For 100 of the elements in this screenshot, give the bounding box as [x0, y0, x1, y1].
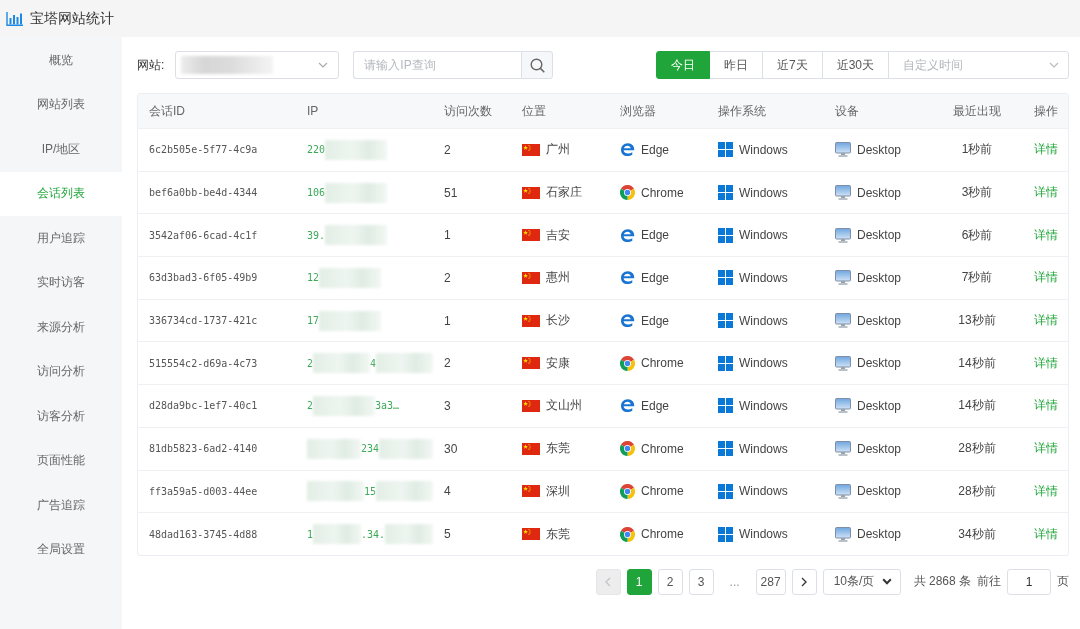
- browser-name: Chrome: [641, 185, 684, 200]
- windows-logo-icon: [718, 398, 733, 414]
- sidebar-item[interactable]: 广告追踪: [0, 483, 122, 528]
- ip-address: 2: [307, 400, 314, 412]
- sidebar-item[interactable]: 访客分析: [0, 394, 122, 439]
- os-name: Windows: [739, 484, 788, 499]
- last-seen-time: 7秒前: [961, 269, 993, 287]
- os-name: Windows: [739, 142, 788, 157]
- windows-logo-icon: [718, 313, 733, 329]
- chevron-left-icon: [605, 576, 612, 587]
- monitor-icon: [835, 313, 851, 329]
- page-button[interactable]: 1: [626, 568, 652, 595]
- os-name: Windows: [739, 228, 788, 243]
- sidebar-item[interactable]: 网站列表: [0, 82, 122, 127]
- session-id: 336734cd-1737-421c: [149, 315, 258, 327]
- caret-down-icon: [318, 62, 329, 68]
- page-size-select[interactable]: 10条/页: [822, 568, 901, 595]
- date-range-field[interactable]: 自定义时间: [888, 51, 1069, 79]
- flag-icon: [522, 528, 540, 541]
- details-link[interactable]: 详情: [1034, 141, 1058, 159]
- flag-icon: [522, 485, 540, 498]
- column-header: 访问次数: [444, 102, 492, 120]
- chrome-logo-icon: [620, 441, 635, 457]
- session-id: 63d3bad3-6f05-49b9: [149, 272, 258, 284]
- blur-mask: [385, 524, 433, 545]
- blur-mask: [325, 182, 388, 203]
- date-range-button[interactable]: 近7天: [761, 51, 823, 79]
- visit-count: 5: [444, 527, 451, 542]
- edge-logo-icon: [620, 270, 635, 286]
- column-header: 位置: [522, 102, 546, 120]
- flag-icon: [522, 143, 540, 156]
- ip-address: 17: [307, 315, 320, 327]
- ip-address: 220: [307, 144, 326, 156]
- edge-logo-icon: [620, 313, 635, 329]
- column-header: 操作系统: [718, 102, 766, 120]
- flag-icon: [522, 314, 540, 327]
- ip-address: 234: [360, 443, 380, 455]
- page-button[interactable]: 287: [755, 568, 786, 595]
- column-header: 浏览器: [620, 102, 656, 120]
- location-name: 吉安: [546, 226, 570, 244]
- sidebar-item[interactable]: 概览: [0, 38, 122, 83]
- location-name: 文山州: [546, 397, 582, 415]
- ip-address: 2: [307, 357, 314, 369]
- bar-chart-icon: [6, 11, 23, 26]
- more-pages-button[interactable]: ...: [719, 568, 750, 595]
- device-name: Desktop: [857, 142, 902, 157]
- date-range-button[interactable]: 昨日: [708, 51, 763, 79]
- search-icon: [529, 57, 545, 73]
- details-link[interactable]: 详情: [1034, 269, 1058, 287]
- ip-address: 4: [370, 357, 377, 369]
- details-link[interactable]: 详情: [1034, 440, 1058, 458]
- flag-icon: [522, 442, 540, 455]
- date-range-button[interactable]: 近30天: [821, 51, 889, 79]
- visit-count: 3: [444, 398, 451, 413]
- blur-mask: [379, 438, 433, 459]
- browser-name: Edge: [641, 142, 670, 157]
- os-name: Windows: [739, 313, 788, 328]
- location-name: 东莞: [546, 440, 570, 458]
- app-title: 宝塔网站统计: [30, 9, 114, 28]
- session-id: 515554c2-d69a-4c73: [149, 357, 258, 369]
- page-button[interactable]: 3: [688, 568, 714, 595]
- os-name: Windows: [739, 527, 788, 542]
- ip-search-field[interactable]: 请输入IP查询: [353, 51, 522, 79]
- blur-mask: [325, 225, 388, 246]
- date-range-button[interactable]: 今日: [655, 51, 710, 79]
- blur-mask: [325, 139, 388, 160]
- location-name: 安康: [546, 354, 570, 372]
- details-link[interactable]: 详情: [1034, 184, 1058, 202]
- details-link[interactable]: 详情: [1034, 354, 1058, 372]
- session-id: bef6a0bb-be4d-4344: [149, 187, 258, 199]
- sidebar-item[interactable]: IP/地区: [0, 127, 122, 172]
- details-link[interactable]: 详情: [1034, 226, 1058, 244]
- visit-count: 4: [444, 484, 451, 499]
- ip-address: .34.: [360, 528, 386, 540]
- details-link[interactable]: 详情: [1034, 397, 1058, 415]
- details-link[interactable]: 详情: [1034, 525, 1058, 543]
- session-id: 3542af06-6cad-4c1f: [149, 229, 258, 241]
- sidebar-item[interactable]: 来源分析: [0, 305, 122, 350]
- column-header: 会话ID: [149, 102, 185, 120]
- sidebar-item[interactable]: 会话列表: [0, 171, 122, 216]
- column-header: 最近出现: [953, 102, 1001, 120]
- search-button[interactable]: [521, 51, 554, 79]
- next-page-button[interactable]: [791, 568, 817, 595]
- details-link[interactable]: 详情: [1034, 482, 1058, 500]
- page-button[interactable]: 2: [657, 568, 683, 595]
- site-select[interactable]: [175, 51, 340, 79]
- visit-count: 51: [444, 185, 458, 200]
- page-jump-field[interactable]: 1: [1007, 568, 1051, 595]
- sidebar-item[interactable]: 全局设置: [0, 527, 122, 572]
- blur-mask: [313, 524, 361, 545]
- sidebar-item[interactable]: 实时访客: [0, 260, 122, 305]
- device-name: Desktop: [857, 527, 902, 542]
- details-link[interactable]: 详情: [1034, 312, 1058, 330]
- windows-logo-icon: [718, 227, 733, 243]
- sidebar-item[interactable]: 访问分析: [0, 349, 122, 394]
- sidebar-item[interactable]: 用户追踪: [0, 216, 122, 261]
- browser-name: Edge: [641, 313, 670, 328]
- visit-count: 2: [444, 356, 451, 371]
- sidebar-item[interactable]: 页面性能: [0, 438, 122, 483]
- windows-logo-icon: [718, 441, 733, 457]
